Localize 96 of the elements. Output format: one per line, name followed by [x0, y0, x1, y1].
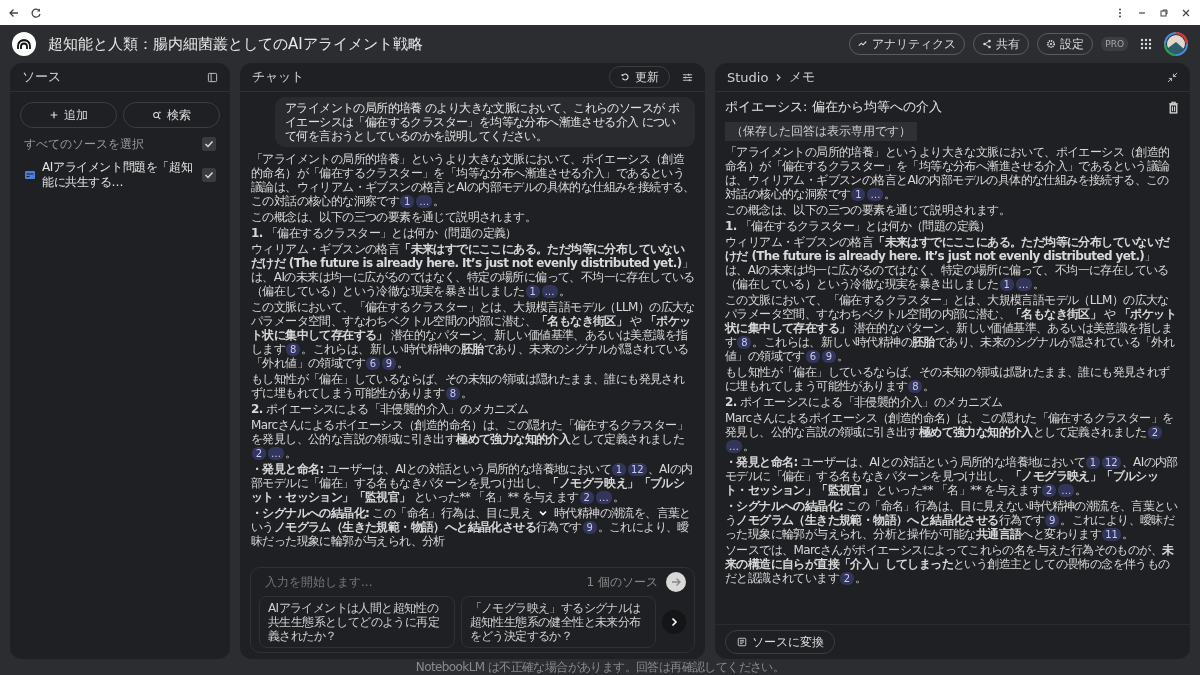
answer-paragraph: Marcさんによるポイエーシス（創造的命名）は、この隠れた「偏在するクラスター」を発見し、公的な言説の領域に引き出す極めて強力な知的介入として定義されました 2 … 。 — [251, 418, 689, 460]
note-paragraph: ソースでは、Marcさんがポイエーシスによってこれらの名を与えた行為そのものが、未来の構造に自らが直接「介入」してしまったという創造主としての畏怖の念を伴うものだと認識されています 2 。 — [725, 543, 1175, 585]
apps-grid-icon[interactable] — [1140, 38, 1152, 50]
suggestion-chip[interactable]: AIアライメントは人間と超知性の共生生態系としてどのように再定義されたか？ — [259, 596, 455, 648]
citation-chip[interactable]: … — [867, 188, 884, 201]
breadcrumb-item: メモ — [789, 68, 816, 86]
note-paragraph: 1. 「偏在するクラスター」とは何か（問題の定義） — [725, 219, 992, 233]
avatar-icon[interactable] — [1164, 32, 1188, 56]
send-button[interactable] — [666, 572, 686, 592]
answer-paragraph: ウィリアム・ギブスンの格言「未来はすでにここにある。ただ均等に分布していないだけだ (The future is already here. It’s just not evenly distributed yet.)」は、AIの未来は均一に広がるのではなく、特定の場所に偏って、不均一に存在している（偏在している）という冷徹な現実を暴き出しました 1 … 。 — [251, 242, 695, 298]
answer-paragraph: もし知性が「偏在」しているならば、その未知の領域は隠れたまま、誰にも発見されずに埋もれてしまう可能性があります 8 。 — [251, 372, 686, 400]
citation-chip[interactable]: … — [1058, 484, 1075, 497]
breadcrumb-item[interactable]: Studio — [727, 69, 769, 85]
citation-chip[interactable]: 8 — [445, 387, 460, 400]
back-icon[interactable] — [8, 6, 20, 19]
panel-title: ソース — [22, 68, 61, 86]
note-paragraph: ・シグナルへの結晶化: この「命名」行為は、目に見えない時代精神の潮流を、言葉というノモグラム（生きた規範・物語）へと結晶化させる行為です 9 。これにより、曖昧だった現象に輪郭が与えられ、分析と操作が可能な共通言語へと変わります 11 。 — [725, 499, 1178, 541]
restore-icon[interactable] — [1158, 6, 1170, 19]
suggestion-chip[interactable]: 「ノモグラ映え」するシグナルは超知性生態系の健全性と未来分布をどう決定するか？ — [460, 596, 656, 648]
tune-icon[interactable] — [682, 71, 693, 83]
answer-paragraph: この文脈において、「偏在するクラスター」とは、大規模言語モデル（LLM）の広大なパラメータ空間、すなわちベクトル空間の内部に潜む、「名もなき街区」 や 「ポケット状に集中して存在する」 潜在的なパターン、新しい価値基準、あるいは美意識を指します 8 。これらは、新しい時代精神の胚胎であり、未来のシグナルが隠されている「外れ値」の領域です 6 9 。 — [251, 300, 695, 370]
trend-line-icon — [858, 39, 869, 49]
select-all-label: すべてのソースを選択 — [24, 135, 145, 153]
chevron-icon — [774, 72, 784, 82]
chat-input[interactable]: 入力を開始します... — [259, 573, 579, 591]
next-button[interactable] — [662, 610, 686, 634]
logo-icon[interactable] — [12, 32, 36, 56]
refresh-icon — [620, 72, 630, 82]
citation-chip[interactable]: 9 — [821, 350, 836, 363]
panel-toggle-icon[interactable] — [207, 71, 218, 83]
citation-chip[interactable]: 9 — [582, 521, 597, 534]
note-paragraph: 2. ポイエーシスによる「非侵襲的介入」のメカニズム — [725, 395, 1004, 409]
panel-title: チャット — [252, 68, 304, 86]
citation-chip[interactable]: 9 — [1045, 514, 1060, 527]
refresh-button[interactable]: 更新 — [609, 66, 670, 88]
search-icon — [152, 110, 162, 120]
answer-paragraph: 「アライメントの局所的培養」というより大きな文脈において、ポイエーシス（創造的命名）が「偏在するクラスター」を「均等な分布へ漸進させる介入」であるという議論は、ウィリアム・ギブスンの格言とAIの内部モデルの具体的な仕組みを接続する、この対話の核心的な洞察です 1 … 。 — [251, 152, 695, 208]
citation-chip[interactable]: 8 — [286, 343, 301, 356]
settings-icon — [1046, 39, 1057, 49]
user-question: アライメントの局所的培養 のより大きな文脈において、これらのソースが ポイエーシスは「偏在するクラスター」を均等な分布へ漸進させる介入 について何を言おうとしているのかを説明してください。 — [275, 97, 695, 147]
citation-chip[interactable]: 1 — [1086, 456, 1100, 469]
note-paragraph: Marcさんによるポイエーシス（創造的命名）は、この隠れた「偏在するクラスター」を発見し、公的な言説の領域に引き出す極めて強力な知的介入として定義されました 2 … 。 — [725, 411, 1175, 453]
reload-icon[interactable] — [30, 6, 42, 19]
answer-paragraph: ・発見と命名: ユーザーは、AIとの対話という局所的な培養地において 1 12 、AIの内部モデルに「偏在」する名もなきパターンを見つけ出し、「ノモグラ映え」「ブルシット・セッション」「監視官」 といった** 「名」** を与えます 2 … 。 — [251, 462, 694, 504]
citation-chip[interactable]: 2 — [1147, 426, 1162, 439]
citation-chip[interactable]: 1 — [400, 195, 415, 208]
citation-chip[interactable]: … — [1015, 278, 1032, 291]
note-paragraph: 「アライメントの局所的培養」というより大きな文脈において、ポイエーシス（創造的命名）が「偏在するクラスター」を「均等な分布へ漸進させる介入」であるという議論は、ウィリアム・ギブスンの格言とAIの内部モデルの具体的な仕組みを接続する、この対話の核心的な洞察です 1 … 。 — [725, 145, 1171, 201]
citation-chip[interactable]: 2 — [252, 447, 266, 460]
answer-paragraph: ・シグナルへの結晶化: この「命名」行為は、目に見え 時代精神の潮流を、言葉というノモグラム（生きた規範・物語）へと結晶化させる行為です 9 。これにより、曖昧だった現象に輪郭が与えられ、分析 — [251, 506, 692, 548]
document-icon — [736, 637, 747, 647]
citation-chip[interactable]: … — [268, 447, 284, 460]
citation-chip[interactable]: 1 — [851, 188, 866, 201]
note-paragraph: この概念は、以下の三つの要素を通じて説明されます。 — [725, 203, 1011, 217]
citation-chip[interactable]: 1 — [612, 463, 626, 476]
share-icon — [982, 39, 993, 49]
citation-chip[interactable]: 2 — [579, 491, 594, 504]
citation-chip[interactable]: 6 — [805, 350, 820, 363]
answer-paragraph: 1. 「偏在するクラスター」とは何か（問題の定義） — [251, 226, 518, 240]
pro-badge: PRO — [1101, 37, 1128, 51]
citation-chip[interactable]: … — [416, 195, 433, 208]
citation-chip[interactable]: 8 — [737, 336, 752, 349]
citation-chip[interactable]: 1 — [999, 278, 1014, 291]
collapse-icon[interactable] — [1167, 71, 1178, 83]
checkbox[interactable] — [202, 168, 216, 182]
citation-chip[interactable]: 1 — [525, 285, 540, 298]
check-icon — [203, 138, 215, 150]
checkbox[interactable] — [202, 137, 216, 151]
citation-chip[interactable]: … — [541, 285, 558, 298]
document-icon — [24, 169, 36, 181]
source-title[interactable]: AIアライメント問題を「超知能に共生する… — [42, 160, 196, 190]
citation-chip[interactable]: 2 — [840, 572, 854, 585]
plus-icon — [49, 110, 59, 120]
citation-chip[interactable]: … — [595, 491, 612, 504]
answer-paragraph: この概念は、以下の三つの要素を通じて説明されます。 — [251, 210, 537, 224]
citation-chip[interactable]: … — [726, 440, 742, 453]
note-title: ポイエーシス: 偏在から均等への介入 — [725, 98, 942, 116]
note-paragraph: ・発見と命名: ユーザーは、AIとの対話という局所的な培養地において 1 12 、AIの内部モデルに「偏在」する名もなきパターンを見つけ出し、「ノモグラ映え」「ブルシット・セッション」「監視官」 といった** 「名」** を与えます 2 … 。 — [725, 455, 1178, 497]
note-paragraph: この文脈において、「偏在するクラスター」とは、大規模言語モデル（LLM）の広大なパラメータ空間、すなわちベクトル空間の内部に潜む、「名もなき街区」 や 「ポケット状に集中して存在する」 潜在的なパターン、新しい価値基準、あるいは美意識を指します 8 。これらは、新しい時代精神の胚胎であり、未来のシグナルが隠されている「外れ値」の領域です 6 9 。 — [725, 293, 1178, 363]
citation-chip[interactable]: 12 — [1102, 456, 1121, 469]
citation-chip[interactable]: 11 — [1102, 528, 1121, 541]
read-only-notice: （保存した回答は表示専用です） — [725, 122, 917, 141]
delete-icon[interactable] — [1167, 100, 1180, 114]
note-paragraph: もし知性が「偏在」しているならば、その未知の領域は隠れたまま、誰にも発見されずに埋もれてしまう可能性があります 8 。 — [725, 365, 1171, 393]
disclaimer-text: NotebookLM は不正確な場合があります。回答は再確認してください。 — [415, 659, 785, 675]
citation-chip[interactable]: 12 — [628, 463, 647, 476]
source-count: 1 個のソース — [586, 573, 658, 591]
arrow-right-icon — [670, 576, 682, 588]
citation-chip[interactable]: 9 — [382, 357, 396, 370]
citation-chip[interactable]: 8 — [908, 380, 923, 393]
citation-chip[interactable]: 2 — [1042, 484, 1057, 497]
note-paragraph: ウィリアム・ギブスンの格言「未来はすでにここにある。ただ均等に分布していないだけだ (The future is already here. It’s just not evenly distributed yet.)」は、AIの未来は均一に広がるのではなく、特定の場所に偏って、不均一に存在している（偏在している）という冷徹な現実を暴き出しました 1 … 。 — [725, 235, 1171, 291]
check-icon — [203, 169, 215, 181]
notebook-title: 超知能と人類：腸内細菌叢としてのAIアライメント戦略 — [48, 34, 423, 54]
answer-paragraph: 2. ポイエーシスによる「非侵襲的介入」のメカニズム — [251, 402, 530, 416]
citation-chip[interactable]: 6 — [366, 357, 380, 370]
